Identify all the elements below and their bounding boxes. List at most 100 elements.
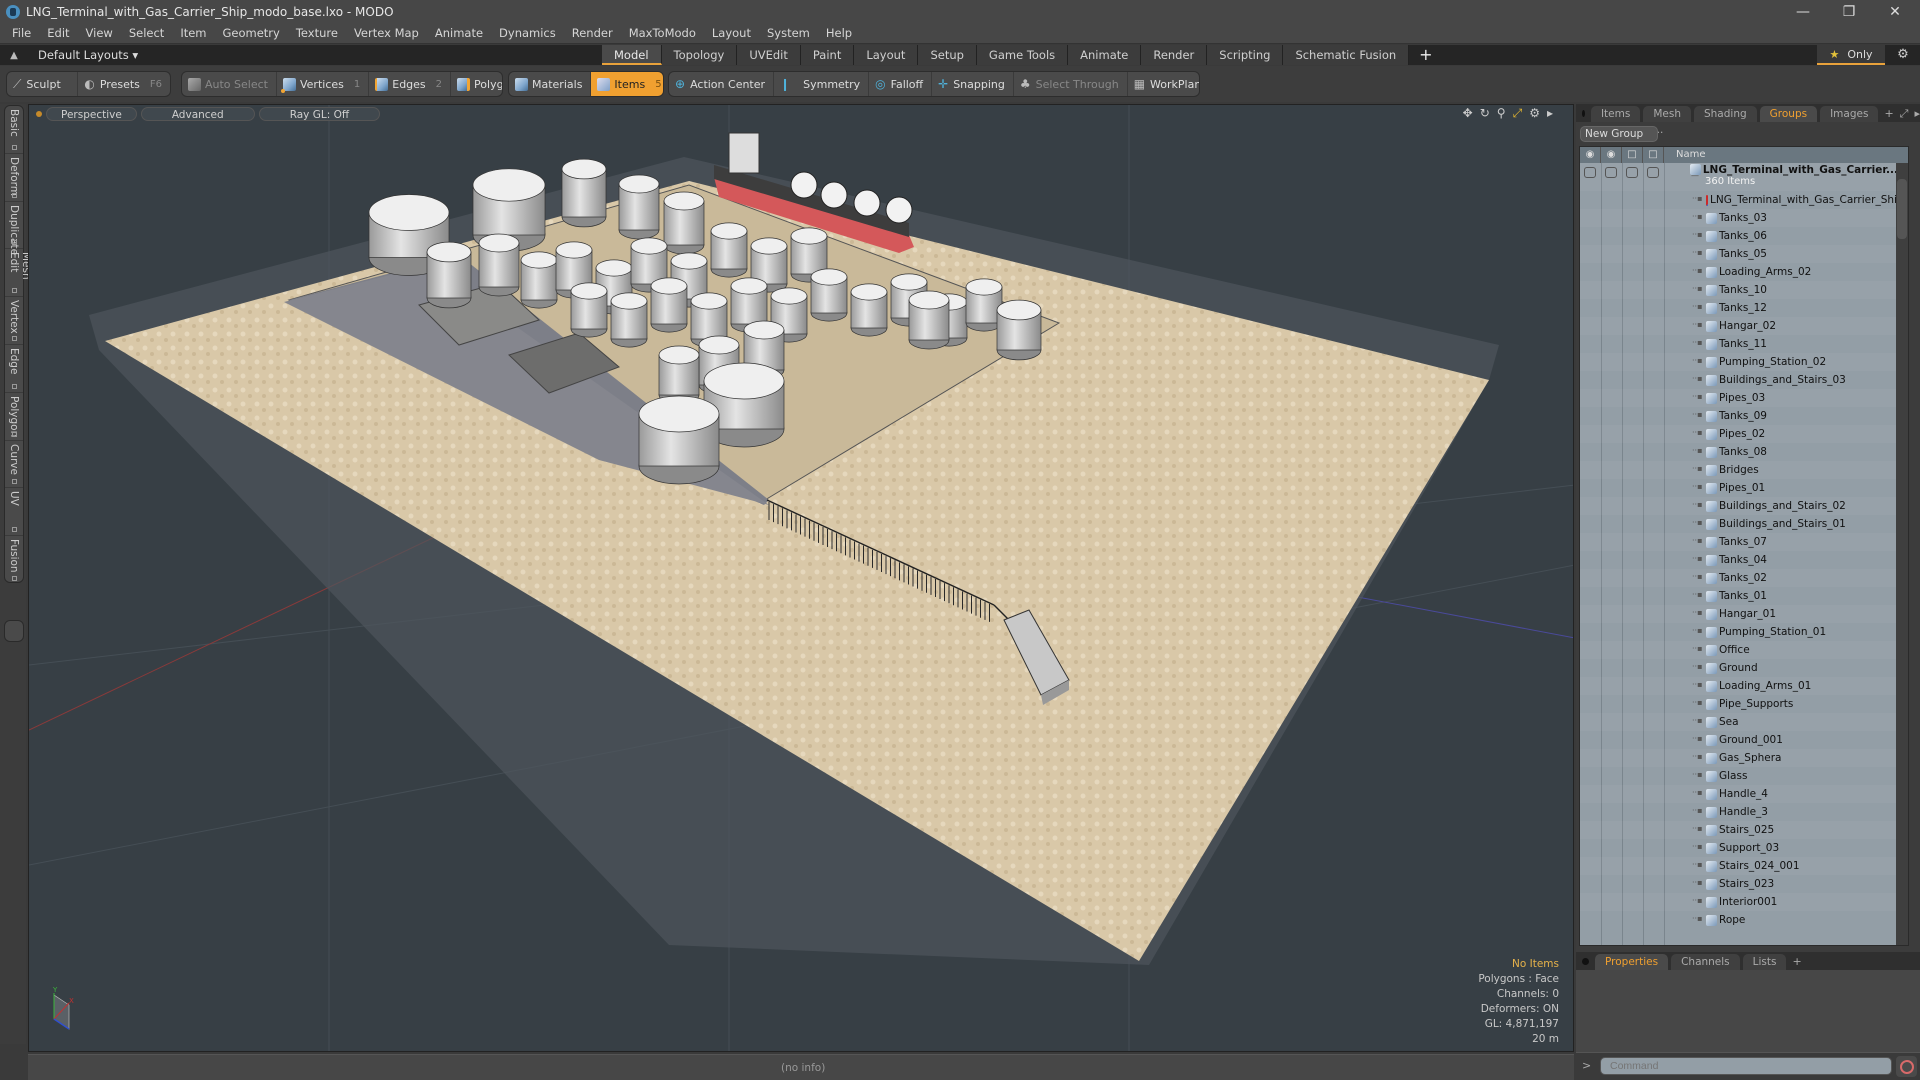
menu-system[interactable]: System: [767, 26, 810, 40]
vtab-edge[interactable]: Edge: [5, 345, 23, 393]
group-item-row[interactable]: ··▪ Stairs_024_001: [1580, 857, 1898, 875]
menu-render[interactable]: Render: [572, 26, 613, 40]
auto-select-button[interactable]: Auto Select: [182, 72, 277, 96]
sculpt-button[interactable]: ⟋ Sculpt: [7, 72, 79, 96]
group-item-row[interactable]: ··▪ Interior001: [1580, 893, 1898, 911]
menu-vertex-map[interactable]: Vertex Map: [354, 26, 419, 40]
only-toggle[interactable]: ★ Only: [1817, 45, 1885, 65]
group-item-row[interactable]: ··▪ Buildings_and_Stairs_03: [1580, 371, 1898, 389]
zoom-icon[interactable]: ⚲: [1497, 106, 1506, 121]
group-item-row[interactable]: ··▪ Tanks_08: [1580, 443, 1898, 461]
polygons-button[interactable]: Polygons: [451, 72, 502, 96]
tab-items[interactable]: Items: [1590, 106, 1641, 122]
add-tab-button[interactable]: +: [1409, 45, 1442, 65]
group-item-row[interactable]: ··▪ Tanks_03: [1580, 209, 1898, 227]
vtab-curve[interactable]: Curve: [5, 441, 23, 489]
group-item-row[interactable]: ··▪ Ground_001: [1580, 731, 1898, 749]
viewport-gear-icon[interactable]: ⚙: [1529, 106, 1540, 121]
edges-button[interactable]: Edges 2: [369, 72, 452, 96]
group-item-row[interactable]: ··▪ Stairs_025: [1580, 821, 1898, 839]
add-properties-tab-button[interactable]: +: [1792, 954, 1801, 970]
tab-animate[interactable]: Animate: [1068, 45, 1142, 65]
group-item-row[interactable]: ··▪ Support_03: [1580, 839, 1898, 857]
menu-select[interactable]: Select: [129, 26, 164, 40]
symmetry-button[interactable]: ❙ Symmetry: [774, 72, 870, 96]
properties-menu-dot[interactable]: [1582, 958, 1589, 965]
tab-setup[interactable]: Setup: [918, 45, 977, 65]
visibility-column-icon[interactable]: ◉: [1580, 147, 1601, 163]
group-item-row[interactable]: ··▪ Stairs_023: [1580, 875, 1898, 893]
menu-edit[interactable]: Edit: [47, 26, 69, 40]
group-item-row[interactable]: ··▪ Tanks_05: [1580, 245, 1898, 263]
add-panel-tab-button[interactable]: +: [1884, 106, 1893, 122]
menu-file[interactable]: File: [12, 26, 31, 40]
viewport-menu-dot[interactable]: [36, 111, 42, 117]
menu-dynamics[interactable]: Dynamics: [499, 26, 556, 40]
gear-icon[interactable]: ⚙: [1893, 45, 1913, 65]
group-item-row[interactable]: ··▪ Hangar_01: [1580, 605, 1898, 623]
group-item-row[interactable]: ··▪ Tanks_07: [1580, 533, 1898, 551]
group-item-row[interactable]: ··▪ Ground: [1580, 659, 1898, 677]
tab-shading[interactable]: Shading: [1693, 106, 1757, 122]
vtab-uv[interactable]: UV: [5, 488, 23, 537]
tab-paint[interactable]: Paint: [800, 45, 855, 65]
pan-icon[interactable]: ✥: [1463, 106, 1473, 121]
group-item-row[interactable]: ··▪ Tanks_11: [1580, 335, 1898, 353]
view-perspective-button[interactable]: Perspective: [46, 107, 137, 121]
group-item-row[interactable]: ··▪ Bridges: [1580, 461, 1898, 479]
group-item-row[interactable]: ··▪ Tanks_06: [1580, 227, 1898, 245]
tab-layout[interactable]: Layout: [854, 45, 919, 65]
workplane-button[interactable]: ▦ WorkPlane: [1128, 72, 1199, 96]
tree-scrollbar[interactable]: [1896, 163, 1908, 945]
falloff-button[interactable]: ◎ Falloff: [869, 72, 933, 96]
tab-game-tools[interactable]: Game Tools: [976, 45, 1069, 65]
default-layouts-dropdown[interactable]: Default Layouts ▾: [38, 48, 138, 62]
lock-column-icon[interactable]: □: [1622, 147, 1643, 163]
vtab-duplicate[interactable]: Duplicate: [5, 202, 23, 255]
tab-topology[interactable]: Topology: [661, 45, 738, 65]
command-input[interactable]: [1600, 1057, 1892, 1075]
group-item-row[interactable]: ··▪ Loading_Arms_01: [1580, 677, 1898, 695]
menu-help[interactable]: Help: [826, 26, 852, 40]
vtab-polygon[interactable]: Polygon: [5, 393, 23, 441]
group-item-row[interactable]: ··▪ Tanks_09: [1580, 407, 1898, 425]
vtab-deform[interactable]: Deform: [5, 154, 23, 202]
panel-more-icon[interactable]: ▸: [1914, 106, 1920, 122]
group-item-row[interactable]: ··▪ Office: [1580, 641, 1898, 659]
close-button[interactable]: ✕: [1872, 0, 1918, 23]
3d-viewport[interactable]: Y X Perspective Advanced Ray GL: Off ✥ ↻…: [28, 104, 1574, 1052]
vtab-fusion[interactable]: Fusion: [5, 536, 23, 584]
tab-schematic-fusion[interactable]: Schematic Fusion: [1283, 45, 1410, 65]
group-item-row[interactable]: ··▪ Pipes_01: [1580, 479, 1898, 497]
group-item-row[interactable]: ··▪ Handle_3: [1580, 803, 1898, 821]
group-item-row[interactable]: ··▪ Tanks_01: [1580, 587, 1898, 605]
group-root-row[interactable]: — LNG_Terminal_with_Gas_Carrier... 360 I…: [1580, 163, 1898, 191]
group-item-row[interactable]: ··▪ Buildings_and_Stairs_02: [1580, 497, 1898, 515]
group-item-row[interactable]: ··▪ Pipes_02: [1580, 425, 1898, 443]
shading-advanced-button[interactable]: Advanced: [140, 107, 255, 121]
tab-uvedit[interactable]: UVEdit: [737, 45, 801, 65]
tree-scroll-thumb[interactable]: [1897, 179, 1907, 239]
raygl-button[interactable]: Ray GL: Off: [258, 107, 381, 121]
materials-button[interactable]: Materials: [509, 72, 592, 96]
group-item-row[interactable]: ··▪ Rope: [1580, 911, 1898, 929]
action-center-button[interactable]: ⊕ Action Center: [669, 72, 775, 96]
vtab-mesh-edit[interactable]: Mesh Edit: [5, 249, 32, 298]
tab-images[interactable]: Images: [1820, 106, 1879, 122]
name-column-header[interactable]: Name: [1664, 147, 1706, 163]
tab-channels[interactable]: Channels: [1671, 954, 1740, 970]
select-through-button[interactable]: ♣ Select Through: [1014, 72, 1128, 96]
new-group-button[interactable]: New Group: [1580, 126, 1658, 142]
render-column-icon[interactable]: ◉: [1601, 147, 1622, 163]
record-macro-button[interactable]: [1896, 1056, 1917, 1077]
menu-animate[interactable]: Animate: [435, 26, 483, 40]
group-item-row[interactable]: ··▪ Glass: [1580, 767, 1898, 785]
vertices-button[interactable]: Vertices 1: [277, 72, 370, 96]
menu-layout[interactable]: Layout: [712, 26, 751, 40]
vtab-basic[interactable]: Basic: [5, 106, 23, 154]
rotate-icon[interactable]: ↻: [1480, 106, 1490, 121]
tab-scripting[interactable]: Scripting: [1207, 45, 1284, 65]
snapping-button[interactable]: ✛ Snapping: [932, 72, 1014, 96]
tab-render[interactable]: Render: [1141, 45, 1208, 65]
menu-texture[interactable]: Texture: [296, 26, 338, 40]
